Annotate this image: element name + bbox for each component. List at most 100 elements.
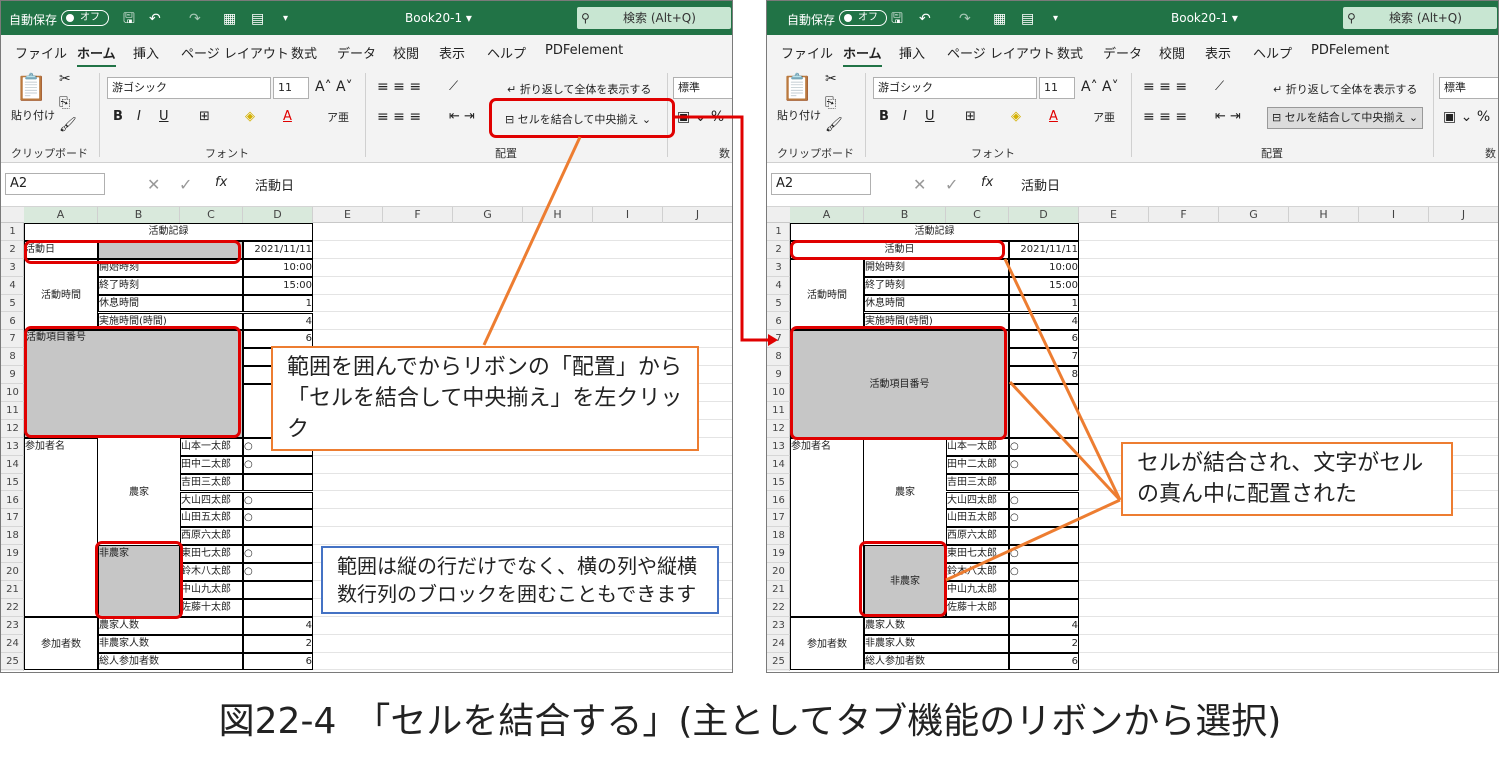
number-format-select[interactable]: 標準 <box>1439 77 1498 99</box>
cell-person[interactable]: 吉田三太郎 <box>946 473 1009 492</box>
italic-button[interactable]: I <box>137 109 141 124</box>
merge-center-button[interactable]: ⊟ セルを結合して中央揃え ⌄ <box>1267 107 1423 129</box>
font-color-icon[interactable]: A <box>1049 109 1058 124</box>
table-icon[interactable]: ▤ <box>251 11 264 27</box>
orientation-icon[interactable]: ⟋ <box>449 79 458 94</box>
format-painter-icon[interactable]: 🖌 <box>825 117 843 133</box>
cell-participant-count[interactable]: 参加者数 <box>24 616 98 671</box>
cell-mark[interactable] <box>1009 598 1079 617</box>
cell-value-nonfarmer-n[interactable]: 2 <box>1009 634 1079 653</box>
fill-color-icon[interactable]: ◈ <box>1011 109 1021 124</box>
wrap-text-button[interactable]: ↵ 折り返して全体を表示する <box>507 81 651 97</box>
cell-date-value[interactable]: 2021/11/11 <box>243 240 313 259</box>
cell-person[interactable]: 田中二太郎 <box>946 455 1009 474</box>
cell-mark[interactable]: ○ <box>243 545 313 564</box>
form-icon[interactable]: ▦ <box>223 11 236 27</box>
tab-page-layout[interactable]: ページ レイアウト <box>947 43 1055 62</box>
cell-value-farmer-n[interactable]: 4 <box>1009 616 1079 635</box>
search-box[interactable]: ⚲ 検索 (Alt+Q) <box>577 7 731 29</box>
cell-mark[interactable]: ○ <box>243 491 313 510</box>
table-icon[interactable]: ▤ <box>1021 11 1034 27</box>
fill-color-icon[interactable]: ◈ <box>245 109 255 124</box>
fx-icon[interactable]: fx <box>215 175 227 190</box>
undo-icon[interactable]: ↶ <box>919 11 931 27</box>
autosave-toggle[interactable]: オフ <box>61 10 109 26</box>
tab-home[interactable]: ホーム <box>77 43 116 68</box>
cell-mark[interactable]: ○ <box>1009 455 1079 474</box>
font-name-select[interactable]: 游ゴシック <box>873 77 1037 99</box>
name-box[interactable]: A2 <box>5 173 105 195</box>
book-title[interactable]: Book20-1 ▾ <box>405 11 472 25</box>
cell-mark[interactable] <box>1009 581 1079 599</box>
cell-value-farmer-n[interactable]: 4 <box>243 616 313 635</box>
autosave-toggle[interactable]: オフ <box>839 10 887 26</box>
cell-mark[interactable] <box>1009 473 1079 492</box>
format-painter-icon[interactable]: 🖌 <box>59 117 77 133</box>
cell-value-start[interactable]: 10:00 <box>1009 258 1079 277</box>
orientation-icon[interactable]: ⟋ <box>1215 79 1224 94</box>
cell-person[interactable]: 中山九太郎 <box>180 581 243 599</box>
cell-participants[interactable]: 参加者名 <box>24 437 98 617</box>
cell-mark[interactable] <box>243 598 313 617</box>
font-color-icon[interactable]: A <box>283 109 292 124</box>
cell-value-total-n[interactable]: 6 <box>243 652 313 671</box>
cell-value-actual[interactable]: 4 <box>243 312 313 331</box>
tab-pdfelement[interactable]: PDFelement <box>545 43 623 58</box>
align-left-icon[interactable]: ≡ ≡ ≡ <box>377 109 421 125</box>
cell-person[interactable]: 西原六太郎 <box>180 527 243 546</box>
cell-date-value[interactable]: 2021/11/11 <box>1009 240 1079 259</box>
tab-help[interactable]: ヘルプ <box>1253 43 1292 62</box>
cell-value-r7[interactable]: 6 <box>1009 330 1079 349</box>
copy-icon[interactable]: ⎘ <box>825 95 836 111</box>
cell-person[interactable]: 山田五太郎 <box>180 509 243 528</box>
percent-icon[interactable]: ▣ ⌄ % <box>677 109 724 125</box>
cancel-icon[interactable]: ✕ <box>147 175 160 194</box>
cell-value-rest[interactable]: 1 <box>243 294 313 313</box>
cell-mark[interactable] <box>243 527 313 546</box>
cell-participant-count[interactable]: 参加者数 <box>790 616 864 671</box>
cell-value-rest[interactable]: 1 <box>1009 294 1079 313</box>
tab-home[interactable]: ホーム <box>843 43 882 68</box>
save-icon[interactable]: 🖫 <box>123 11 135 27</box>
cell-farmer[interactable]: 農家 <box>864 437 946 546</box>
name-box[interactable]: A2 <box>771 173 871 195</box>
customize-icon[interactable]: ▾ <box>1053 11 1058 27</box>
cell-person[interactable]: 西原六太郎 <box>946 527 1009 546</box>
cell-person[interactable]: 中山九太郎 <box>946 581 1009 599</box>
cancel-icon[interactable]: ✕ <box>913 175 926 194</box>
tab-insert[interactable]: 挿入 <box>899 43 925 62</box>
form-icon[interactable]: ▦ <box>993 11 1006 27</box>
bold-button[interactable]: B <box>879 109 889 124</box>
search-box[interactable]: ⚲ 検索 (Alt+Q) <box>1343 7 1497 29</box>
cell-mark[interactable] <box>243 581 313 599</box>
customize-icon[interactable]: ▾ <box>283 11 288 27</box>
cell-farmer-count[interactable]: 農家人数 <box>98 616 243 635</box>
phonetic-icon[interactable]: ア亜 <box>1093 109 1115 125</box>
cell-mark[interactable] <box>243 473 313 492</box>
tab-formulas[interactable]: 数式 <box>291 43 317 62</box>
tab-help[interactable]: ヘルプ <box>487 43 526 62</box>
cell-start[interactable]: 開始時刻 <box>864 258 1009 277</box>
cell-mark[interactable]: ○ <box>1009 437 1079 456</box>
cell-person[interactable]: 鈴木八太郎 <box>946 563 1009 581</box>
cell-value-nonfarmer-n[interactable]: 2 <box>243 634 313 653</box>
cell-farmer-count[interactable]: 農家人数 <box>864 616 1009 635</box>
cell-person[interactable]: 東田七太郎 <box>180 545 243 564</box>
cell-value-end[interactable]: 15:00 <box>1009 276 1079 295</box>
tab-page-layout[interactable]: ページ レイアウト <box>181 43 289 62</box>
cell-mark[interactable]: ○ <box>1009 509 1079 528</box>
cell-mark[interactable]: ○ <box>1009 491 1079 510</box>
tab-view[interactable]: 表示 <box>1205 43 1231 62</box>
border-icon[interactable]: ⊞ <box>199 109 210 124</box>
cell-mark[interactable]: ○ <box>243 509 313 528</box>
cell-person[interactable]: 佐藤十太郎 <box>946 598 1009 617</box>
cell-person[interactable]: 田中二太郎 <box>180 455 243 474</box>
cell-total[interactable]: 総人参加者数 <box>864 652 1009 671</box>
paste-label[interactable]: 貼り付け <box>777 107 821 123</box>
cut-icon[interactable]: ✂ <box>825 71 837 87</box>
font-size-select[interactable]: 11 <box>1039 77 1075 99</box>
underline-button[interactable]: U <box>925 109 935 124</box>
tab-review[interactable]: 校閲 <box>393 43 419 62</box>
cell-mark[interactable]: ○ <box>243 455 313 474</box>
enter-icon[interactable]: ✓ <box>945 175 958 194</box>
